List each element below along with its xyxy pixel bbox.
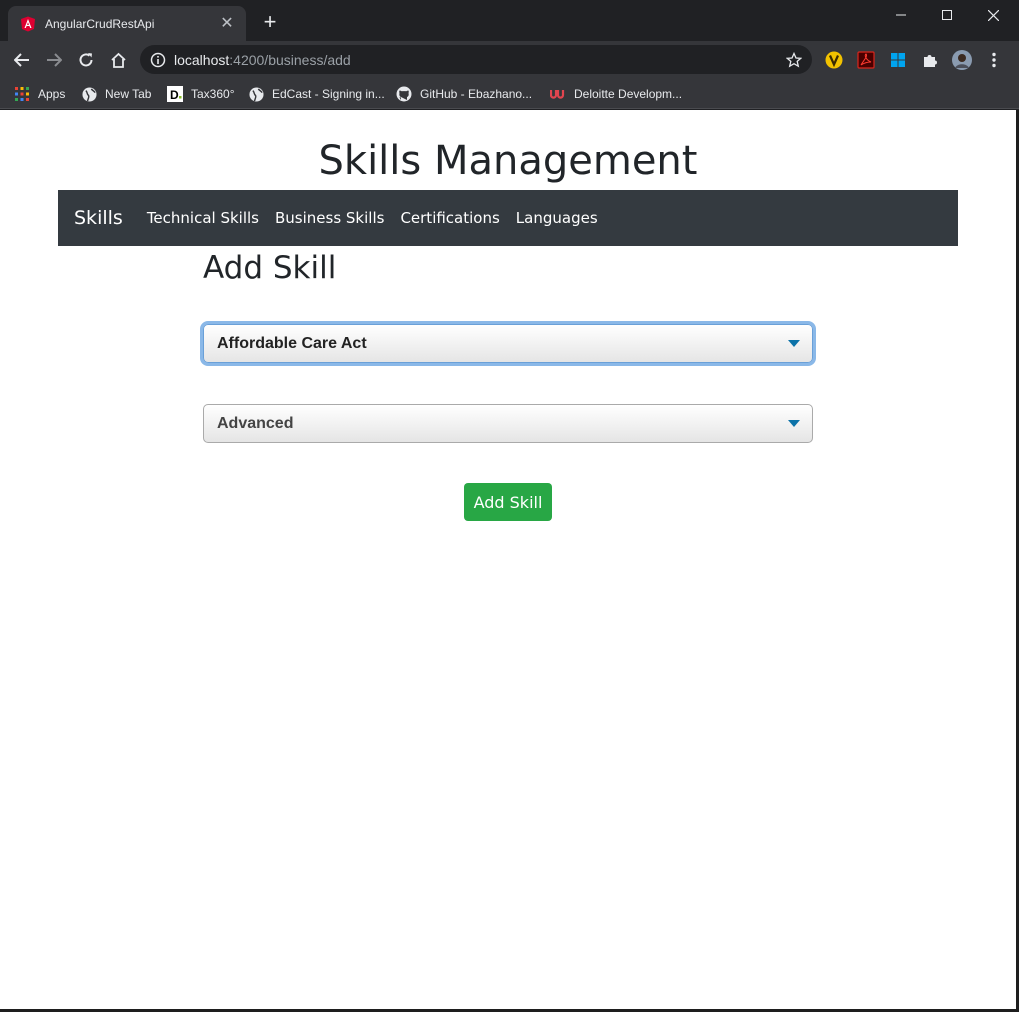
bookmark-edcast[interactable]: EdCast - Signing in... xyxy=(248,83,385,105)
pdf-icon[interactable] xyxy=(856,50,876,70)
angular-logo-icon xyxy=(21,16,35,31)
bookmark-label: Apps xyxy=(38,87,66,101)
level-select[interactable]: Advanced xyxy=(203,404,813,443)
apps-grid-icon xyxy=(14,86,30,102)
forward-arrow-icon[interactable] xyxy=(40,46,68,74)
site-info-icon[interactable] xyxy=(150,52,166,68)
window-close-icon[interactable] xyxy=(970,0,1016,30)
browser-toolbar: localhost:4200/business/add xyxy=(0,41,1019,78)
bookmark-new-tab[interactable]: New Tab xyxy=(81,83,151,105)
bookmark-star-icon[interactable] xyxy=(784,50,804,70)
home-icon[interactable] xyxy=(104,46,132,74)
nav-link-languages[interactable]: Languages xyxy=(516,209,598,227)
form-heading: Add Skill xyxy=(203,250,337,286)
d-logo-icon: D xyxy=(167,86,183,102)
skill-select-value: Affordable Care Act xyxy=(217,334,367,352)
bookmarks-bar: Apps New Tab D Tax360° EdCast - Signing … xyxy=(0,78,1019,109)
nav-link-technical-skills[interactable]: Technical Skills xyxy=(147,209,259,227)
tab-title: AngularCrudRestApi xyxy=(45,16,155,31)
tab-close-icon[interactable]: ✕ xyxy=(218,15,236,32)
bookmark-github[interactable]: GitHub - Ebazhano... xyxy=(396,83,532,105)
skill-select[interactable]: Affordable Care Act xyxy=(203,324,813,363)
svg-text:D: D xyxy=(170,88,179,102)
windows-icon[interactable] xyxy=(888,50,908,70)
bookmark-label: EdCast - Signing in... xyxy=(272,87,385,101)
bookmark-label: GitHub - Ebazhano... xyxy=(420,87,533,101)
chevron-down-icon xyxy=(788,340,800,347)
top-navbar: Skills Technical Skills Business Skills … xyxy=(58,190,958,246)
back-arrow-icon[interactable] xyxy=(8,46,36,74)
url-host: localhost xyxy=(174,51,230,68)
browser-tab[interactable]: AngularCrudRestApi ✕ xyxy=(8,6,246,41)
level-select-value: Advanced xyxy=(217,414,294,432)
bookmark-label: Tax360° xyxy=(191,87,235,101)
puzzle-icon[interactable] xyxy=(920,50,940,70)
add-skill-button[interactable]: Add Skill xyxy=(464,483,552,521)
globe-icon xyxy=(248,86,264,102)
udemy-icon xyxy=(550,86,566,102)
url-path: :4200/business/add xyxy=(229,51,351,68)
address-bar[interactable]: localhost:4200/business/add xyxy=(140,45,812,74)
bookmark-label: Deloitte Developm... xyxy=(574,87,683,101)
bookmark-tax360[interactable]: D Tax360° xyxy=(167,83,235,105)
chevron-down-icon xyxy=(788,420,800,427)
nav-link-business-skills[interactable]: Business Skills xyxy=(275,209,384,227)
page-title: Skills Management xyxy=(318,138,698,184)
bookmark-deloitte[interactable]: Deloitte Developm... xyxy=(550,83,682,105)
profile-avatar[interactable] xyxy=(952,50,972,70)
github-icon xyxy=(396,86,412,102)
reload-icon[interactable] xyxy=(72,46,100,74)
bookmark-apps[interactable]: Apps xyxy=(14,83,65,105)
page-viewport: Skills Management Skills Technical Skill… xyxy=(0,110,1016,1010)
maximize-icon[interactable] xyxy=(924,0,970,30)
navbar-brand[interactable]: Skills xyxy=(74,207,123,229)
minimize-icon[interactable] xyxy=(878,0,924,30)
new-tab-plus-icon[interactable]: + xyxy=(258,10,282,34)
bookmark-label: New Tab xyxy=(105,87,152,101)
tab-strip: AngularCrudRestApi ✕ + xyxy=(0,0,1019,41)
nav-link-certifications[interactable]: Certifications xyxy=(400,209,499,227)
vimium-icon[interactable] xyxy=(824,50,844,70)
menu-kebab-icon[interactable] xyxy=(984,50,1004,70)
globe-icon xyxy=(81,86,97,102)
